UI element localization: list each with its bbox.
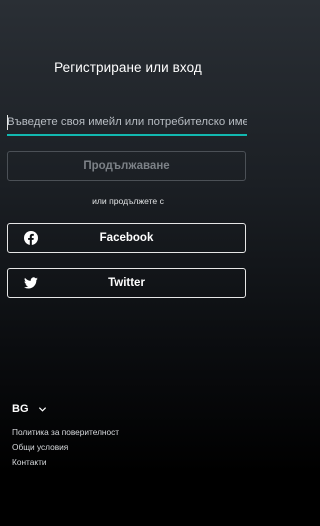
facebook-button-label: Facebook: [99, 232, 154, 244]
email-input-container: [7, 110, 247, 136]
language-code: BG: [12, 403, 29, 415]
twitter-login-button[interactable]: Twitter: [7, 268, 246, 298]
chevron-down-icon: [38, 406, 46, 412]
twitter-icon: [24, 277, 38, 289]
continue-button[interactable]: Продължаване: [7, 151, 246, 181]
or-continue-with-label: или продължете с: [92, 196, 164, 206]
facebook-icon: [24, 231, 38, 245]
page-title: Регистриране или вход: [54, 60, 202, 75]
text-cursor: [7, 115, 8, 130]
twitter-button-label: Twitter: [108, 277, 145, 289]
contacts-link[interactable]: Контакти: [12, 457, 47, 467]
privacy-policy-link[interactable]: Политика за поверителност: [12, 427, 119, 437]
language-selector[interactable]: BG: [12, 403, 47, 415]
facebook-login-button[interactable]: Facebook: [7, 223, 246, 253]
terms-link[interactable]: Общи условия: [12, 442, 68, 452]
email-input[interactable]: [7, 110, 247, 134]
